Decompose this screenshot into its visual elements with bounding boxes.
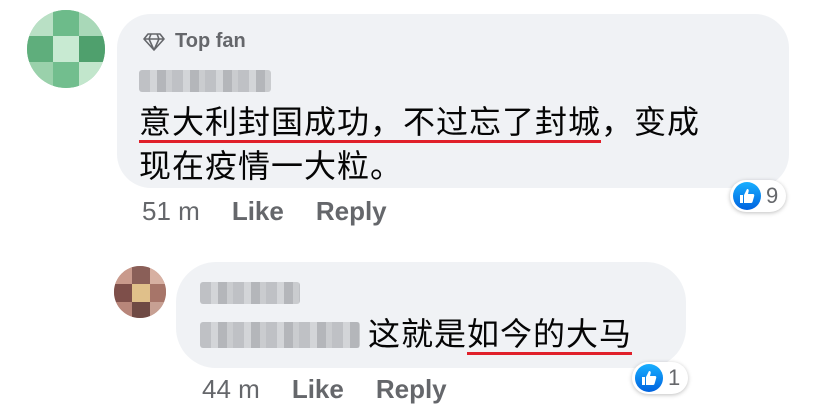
like-reaction-icon [635, 364, 663, 392]
reply-button[interactable]: Reply [316, 196, 387, 227]
reply-author-avatar[interactable] [114, 266, 166, 318]
reaction-count-text: 9 [766, 183, 779, 208]
comment-text-line2: 现在疫情一大粒。 [139, 148, 404, 184]
comment-text: 意大利封国成功，不过忘了封城，变成 现在疫情一大粒。 [139, 100, 779, 188]
comment-actions: 51 m Like Reply [142, 196, 387, 227]
reply-text-plain: 这就是 [368, 316, 468, 352]
comment-text-part2: ，变成 [601, 104, 701, 140]
comment-reaction-count[interactable]: 9 [730, 180, 787, 212]
reply-timestamp[interactable]: 44 m [202, 374, 260, 405]
mentioned-user-tag[interactable] [200, 322, 360, 348]
like-reaction-icon [733, 182, 761, 210]
top-fan-label: Top fan [175, 30, 246, 52]
reply-reaction-count[interactable]: 1 [632, 362, 689, 394]
commenter-name[interactable] [139, 70, 271, 92]
like-button[interactable]: Like [232, 196, 284, 227]
comment-underlined-text: 意大利封国成功，不过忘了封城 [139, 104, 602, 143]
reaction-count-text: 1 [668, 365, 681, 390]
reply-author-name[interactable] [200, 282, 300, 304]
reply-reply-button[interactable]: Reply [376, 374, 447, 405]
top-fan-badge: Top fan [143, 30, 246, 53]
commenter-avatar[interactable] [27, 10, 105, 88]
reply-bubble: 这就是如今的大马 [176, 262, 686, 368]
comment-bubble: Top fan 意大利封国成功，不过忘了封城，变成 现在疫情一大粒。 [117, 14, 789, 188]
reply-text: 这就是如今的大马 [368, 312, 633, 356]
diamond-icon [143, 32, 165, 51]
reply-like-button[interactable]: Like [292, 374, 344, 405]
reply-underlined-text: 如今的大马 [467, 316, 633, 355]
reply-actions: 44 m Like Reply [202, 374, 447, 405]
comment-timestamp[interactable]: 51 m [142, 196, 200, 227]
